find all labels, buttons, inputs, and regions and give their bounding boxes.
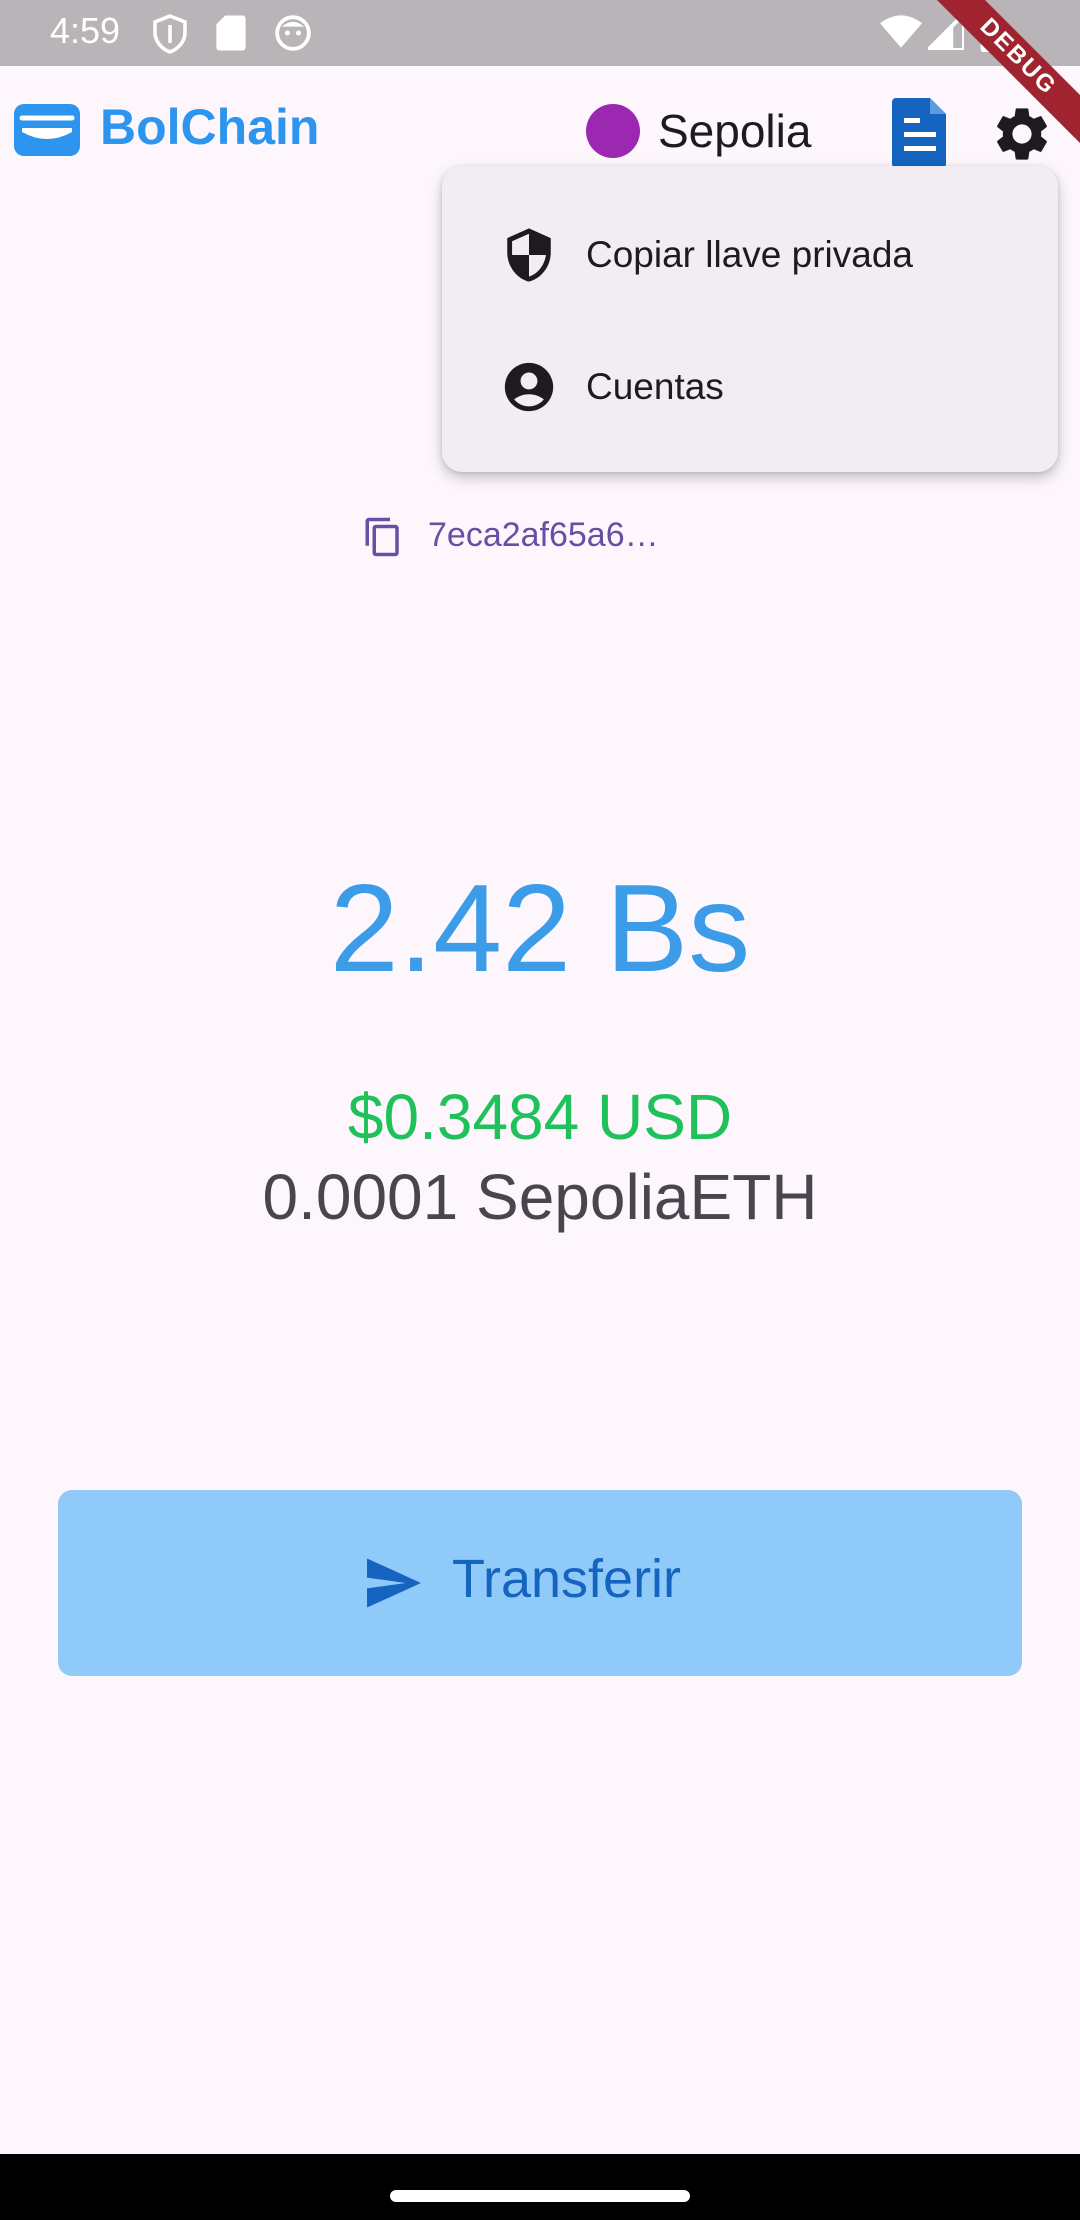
wifi-icon: [880, 14, 922, 55]
network-label: Sepolia: [658, 105, 812, 157]
send-icon: [364, 1556, 424, 1610]
balance-main: 2.42 Bs: [329, 860, 751, 998]
wallet-address[interactable]: 7eca2af65a6…: [362, 512, 722, 564]
wallet-address-text: 7eca2af65a6…: [428, 516, 659, 554]
wallet-icon: [12, 102, 82, 158]
status-bar: 4:59: [0, 0, 1080, 66]
network-selector[interactable]: Sepolia: [580, 92, 820, 170]
menu-item-copy-private-key[interactable]: Copiar llave privada: [442, 188, 1058, 318]
menu-item-accounts[interactable]: Cuentas: [442, 320, 1058, 450]
home-gesture-handle[interactable]: [390, 2190, 690, 2202]
debug-banner-label: DEBUG: [921, 0, 1080, 154]
transfer-label: Transferir: [452, 1549, 682, 1609]
debug-banner: DEBUG: [920, 0, 1080, 160]
settings-menu: Copiar llave privada Cuentas: [442, 166, 1058, 472]
transfer-button[interactable]: Transferir: [58, 1490, 1022, 1676]
sd-card-icon: [216, 14, 246, 57]
shield-icon: [152, 14, 188, 59]
menu-item-label: Copiar llave privada: [586, 234, 914, 275]
balance-eth: 0.0001 SepoliaETH: [262, 1161, 818, 1233]
navigation-bar: [0, 2154, 1080, 2220]
menu-item-label: Cuentas: [586, 366, 724, 407]
status-time: 4:59: [50, 10, 121, 51]
app-title: BolChain: [100, 99, 320, 155]
network-color-dot: [586, 104, 640, 158]
copy-icon: [362, 516, 404, 558]
face-icon: [274, 14, 312, 57]
account-circle-icon: [500, 358, 558, 416]
shield-icon: [500, 226, 558, 284]
balance-usd: $0.3484 USD: [347, 1081, 733, 1153]
